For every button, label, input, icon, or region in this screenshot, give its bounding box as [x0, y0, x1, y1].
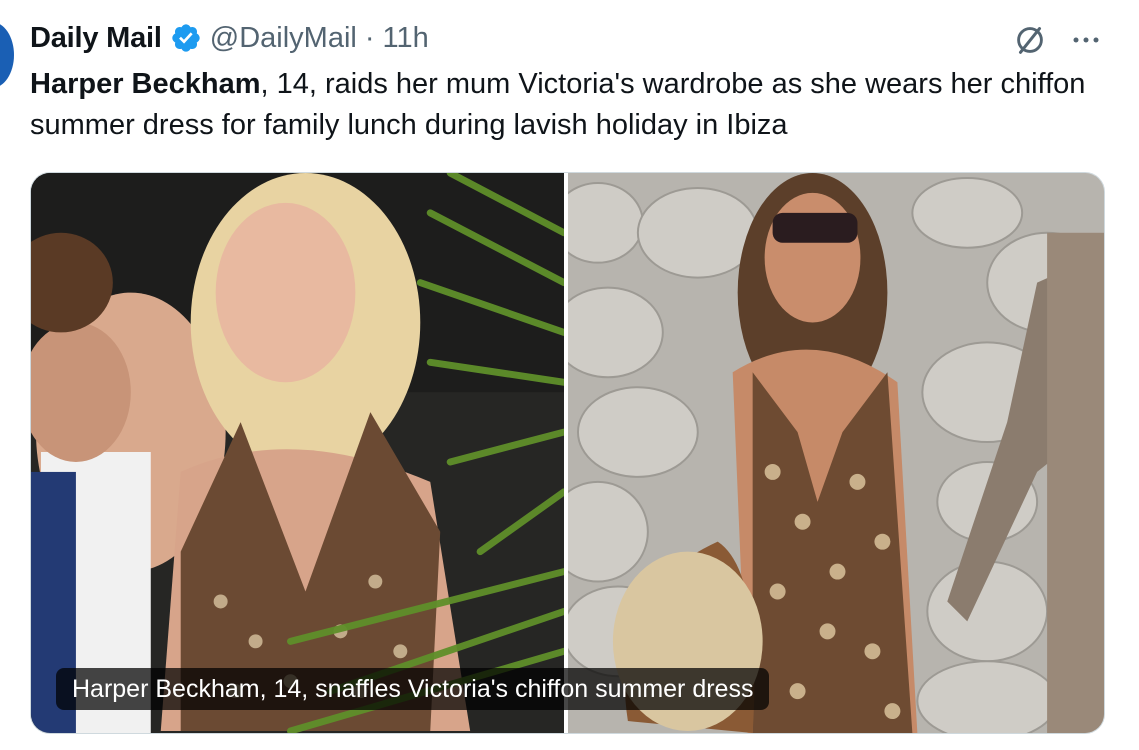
left-photo[interactable]	[31, 173, 564, 733]
right-photo-illustration	[568, 173, 1104, 733]
media-grid	[30, 172, 1105, 734]
media-caption: Harper Beckham, 14, snaffles Victoria's …	[56, 668, 770, 710]
right-photo[interactable]	[568, 173, 1104, 733]
more-dots-icon[interactable]	[1062, 22, 1110, 58]
post-text: Harper Beckham, 14, raids her mum Victor…	[30, 64, 1110, 146]
verified-badge-icon	[170, 22, 202, 54]
left-photo-illustration	[31, 173, 564, 733]
post-header: Daily Mail @DailyMail · 11h	[30, 16, 429, 60]
post-text-highlight: Harper Beckham	[30, 68, 261, 100]
post-time[interactable]: 11h	[383, 22, 429, 55]
grok-slash-circle-icon[interactable]	[1010, 20, 1050, 60]
separator-dot: ·	[364, 21, 375, 54]
author-display-name[interactable]: Daily Mail	[30, 22, 162, 55]
avatar[interactable]	[0, 22, 14, 88]
author-handle[interactable]: @DailyMail	[210, 22, 357, 55]
